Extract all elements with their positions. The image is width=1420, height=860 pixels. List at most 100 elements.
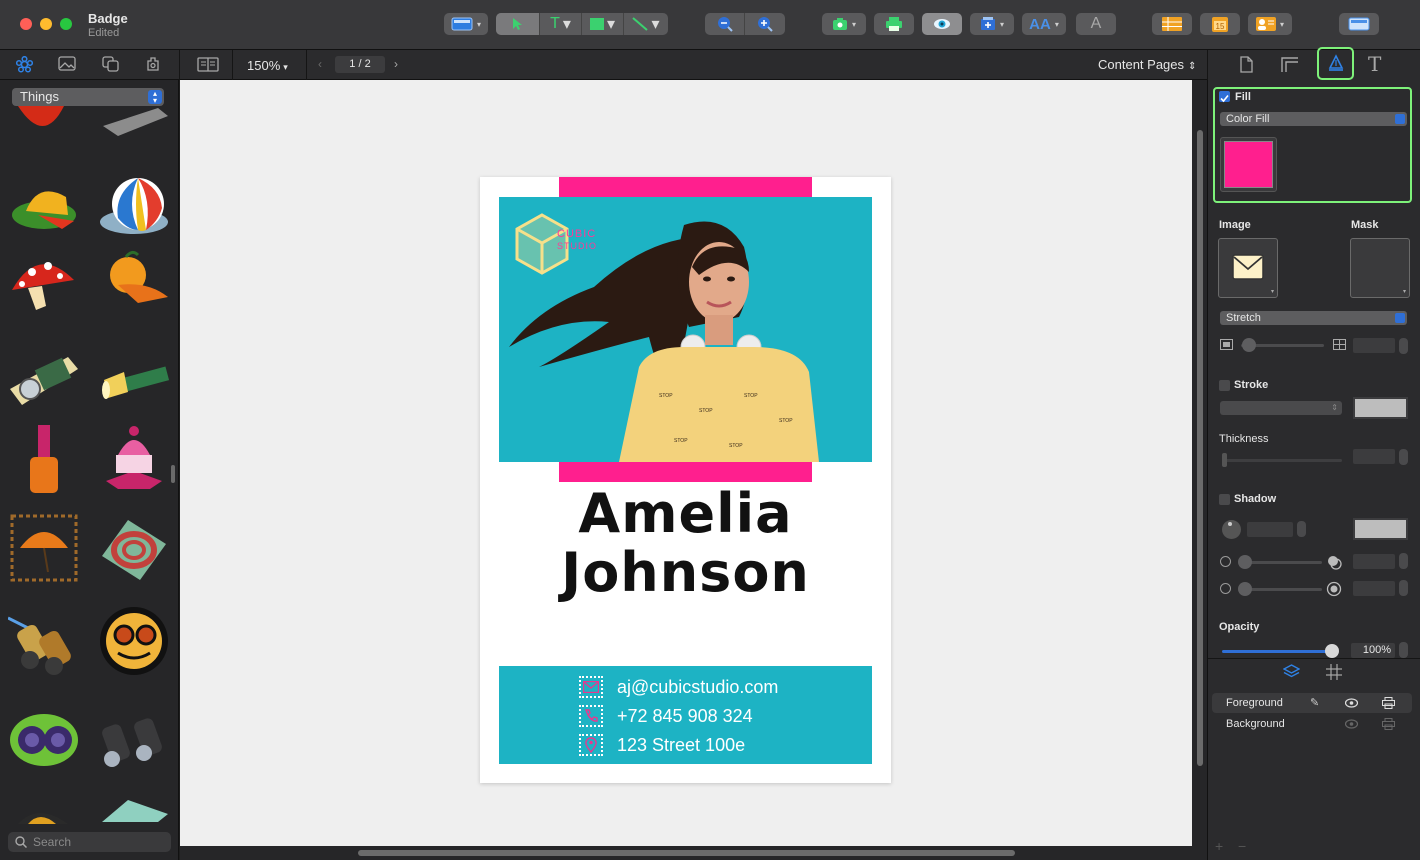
next-page-icon[interactable]: › bbox=[394, 57, 398, 71]
shadow-offset-knob[interactable] bbox=[1238, 555, 1252, 569]
line-tool-button[interactable]: ▾ bbox=[624, 13, 668, 35]
fill-color-well[interactable] bbox=[1220, 137, 1277, 192]
clipart-cap[interactable] bbox=[8, 175, 80, 247]
fill-type-popup[interactable]: Color Fill bbox=[1220, 112, 1407, 126]
shapes-library-icon[interactable] bbox=[102, 56, 119, 72]
zoom-level-popup[interactable]: 150% ▾ bbox=[247, 58, 288, 73]
document-canvas[interactable]: STOP STOP STOP STOP STOP STOP CUBIC STUDIO Am… bbox=[180, 80, 1192, 846]
text-tool-button[interactable]: T ▾ bbox=[540, 13, 582, 35]
document-tab-icon[interactable] bbox=[1239, 56, 1253, 73]
book-view-icon[interactable] bbox=[197, 57, 219, 72]
portrait-photo[interactable]: STOP STOP STOP STOP STOP STOP CUBIC STUDIO bbox=[499, 197, 872, 462]
address-text[interactable]: 123 Street 100e bbox=[617, 735, 745, 756]
library-scrollbar[interactable] bbox=[171, 465, 175, 483]
horizontal-scrollbar[interactable] bbox=[180, 846, 1192, 860]
clipart-mushroom[interactable] bbox=[8, 250, 80, 322]
shadow-blur-slider[interactable] bbox=[1240, 588, 1322, 591]
clipart-nail-polish[interactable] bbox=[8, 425, 80, 497]
clipart-library-icon[interactable] bbox=[16, 56, 33, 73]
shape-tool-button[interactable]: ▾ bbox=[582, 13, 624, 35]
vertical-scroll-thumb[interactable] bbox=[1197, 130, 1203, 766]
fill-stroke-tab[interactable] bbox=[1317, 47, 1354, 80]
fonts-button[interactable]: A bbox=[1076, 13, 1116, 35]
clipart-umbrella-frame[interactable] bbox=[8, 512, 80, 584]
clipart-cake-figure[interactable] bbox=[98, 425, 170, 497]
shadow-checkbox[interactable] bbox=[1219, 494, 1230, 505]
shadow-offset-slider[interactable] bbox=[1240, 561, 1322, 564]
first-name-text[interactable]: Amelia bbox=[480, 482, 891, 545]
layer-item-background[interactable]: Background bbox=[1212, 714, 1412, 734]
photo-library-icon[interactable] bbox=[58, 56, 76, 71]
thickness-field[interactable] bbox=[1353, 449, 1395, 464]
opacity-slider[interactable] bbox=[1222, 650, 1332, 653]
shadow-blur-stepper[interactable] bbox=[1399, 580, 1408, 596]
selection-tool-button[interactable] bbox=[496, 13, 540, 35]
badge-page[interactable]: STOP STOP STOP STOP STOP STOP CUBIC STUDIO Am… bbox=[480, 177, 891, 783]
printer-icon[interactable] bbox=[1382, 718, 1395, 730]
stroke-checkbox[interactable] bbox=[1219, 380, 1230, 391]
text-style-button[interactable]: AA ▾ bbox=[1022, 13, 1066, 35]
vertical-scrollbar[interactable] bbox=[1192, 80, 1207, 860]
masks-library-icon[interactable] bbox=[145, 55, 161, 72]
opacity-field[interactable]: 100% bbox=[1351, 643, 1395, 658]
clipart-rope-coil[interactable] bbox=[98, 512, 170, 584]
clipart-flashlight-green[interactable] bbox=[98, 350, 170, 422]
shadow-offset-stepper[interactable] bbox=[1399, 553, 1408, 569]
contact-info-block[interactable]: aj@cubicstudio.com +72 845 908 324 123 S… bbox=[499, 666, 872, 764]
clipart-binoculars-gold[interactable] bbox=[8, 608, 80, 680]
close-window-button[interactable] bbox=[20, 18, 32, 30]
minimize-window-button[interactable] bbox=[40, 18, 52, 30]
clipart-orange-fruit[interactable] bbox=[98, 245, 170, 317]
image-scaling-popup[interactable]: Stretch bbox=[1220, 311, 1407, 325]
image-well[interactable]: ▾ bbox=[1218, 238, 1278, 298]
calendar-button[interactable]: 15 bbox=[1200, 13, 1240, 35]
clipart-binoculars-purple[interactable] bbox=[8, 700, 80, 772]
eye-icon[interactable] bbox=[1345, 698, 1358, 708]
clipart-red-object[interactable] bbox=[8, 106, 80, 140]
pencil-icon[interactable]: ✎ bbox=[1310, 693, 1319, 713]
shadow-blur-field[interactable] bbox=[1353, 581, 1395, 596]
shadow-angle-dial[interactable] bbox=[1222, 520, 1241, 539]
print-button[interactable] bbox=[874, 13, 914, 35]
shadow-angle-field[interactable] bbox=[1247, 522, 1293, 537]
opacity-stepper[interactable] bbox=[1399, 642, 1408, 658]
content-pages-popup[interactable]: Content Pages ⇕ bbox=[1098, 57, 1196, 72]
library-search-field[interactable]: Search bbox=[8, 832, 171, 852]
layout-view-button[interactable]: ▾ bbox=[444, 13, 488, 35]
pink-accent-bar-bottom[interactable] bbox=[559, 462, 812, 482]
layout-tab-icon[interactable] bbox=[1280, 56, 1300, 73]
insert-image-button[interactable]: ▾ bbox=[822, 13, 866, 35]
shadow-angle-stepper[interactable] bbox=[1297, 521, 1306, 537]
mask-well[interactable]: ▾ bbox=[1350, 238, 1410, 298]
layers-icon[interactable] bbox=[1283, 664, 1300, 680]
last-name-text[interactable]: Johnson bbox=[480, 541, 891, 604]
stroke-color-well[interactable] bbox=[1353, 397, 1408, 419]
page-indicator[interactable]: 1 / 2 bbox=[335, 56, 385, 73]
shadow-blur-knob[interactable] bbox=[1238, 582, 1252, 596]
clipart-flashlight-beige[interactable] bbox=[8, 345, 80, 417]
sidebar-toggle-button[interactable] bbox=[1339, 13, 1379, 35]
add-layer-button[interactable]: + bbox=[1215, 838, 1223, 854]
clipart-gray-object[interactable] bbox=[98, 106, 170, 140]
clipart-goggles[interactable] bbox=[98, 605, 170, 677]
text-tab-icon[interactable]: T bbox=[1368, 52, 1381, 76]
opacity-knob[interactable] bbox=[1325, 644, 1339, 658]
eye-icon[interactable] bbox=[1345, 719, 1358, 729]
image-scale-field[interactable] bbox=[1353, 338, 1395, 353]
previous-page-icon[interactable]: ‹ bbox=[318, 57, 322, 71]
clipart-partial-dark[interactable] bbox=[8, 802, 80, 824]
table-button[interactable] bbox=[1152, 13, 1192, 35]
image-scale-knob[interactable] bbox=[1242, 338, 1256, 352]
clipart-partial-teal[interactable] bbox=[98, 796, 170, 822]
fill-checkbox[interactable] bbox=[1219, 91, 1230, 103]
preview-button[interactable] bbox=[922, 13, 962, 35]
contacts-button[interactable]: ▾ bbox=[1248, 13, 1292, 35]
horizontal-scroll-thumb[interactable] bbox=[358, 850, 1015, 856]
category-select[interactable]: Things ▴ ▾ bbox=[12, 88, 164, 106]
image-scale-stepper[interactable] bbox=[1399, 338, 1408, 354]
grid-icon[interactable] bbox=[1326, 664, 1342, 680]
layer-item-foreground[interactable]: Foreground ✎ bbox=[1212, 693, 1412, 713]
pink-accent-bar-top[interactable] bbox=[559, 177, 812, 197]
thickness-stepper[interactable] bbox=[1399, 449, 1408, 465]
add-page-button[interactable]: ▾ bbox=[970, 13, 1014, 35]
